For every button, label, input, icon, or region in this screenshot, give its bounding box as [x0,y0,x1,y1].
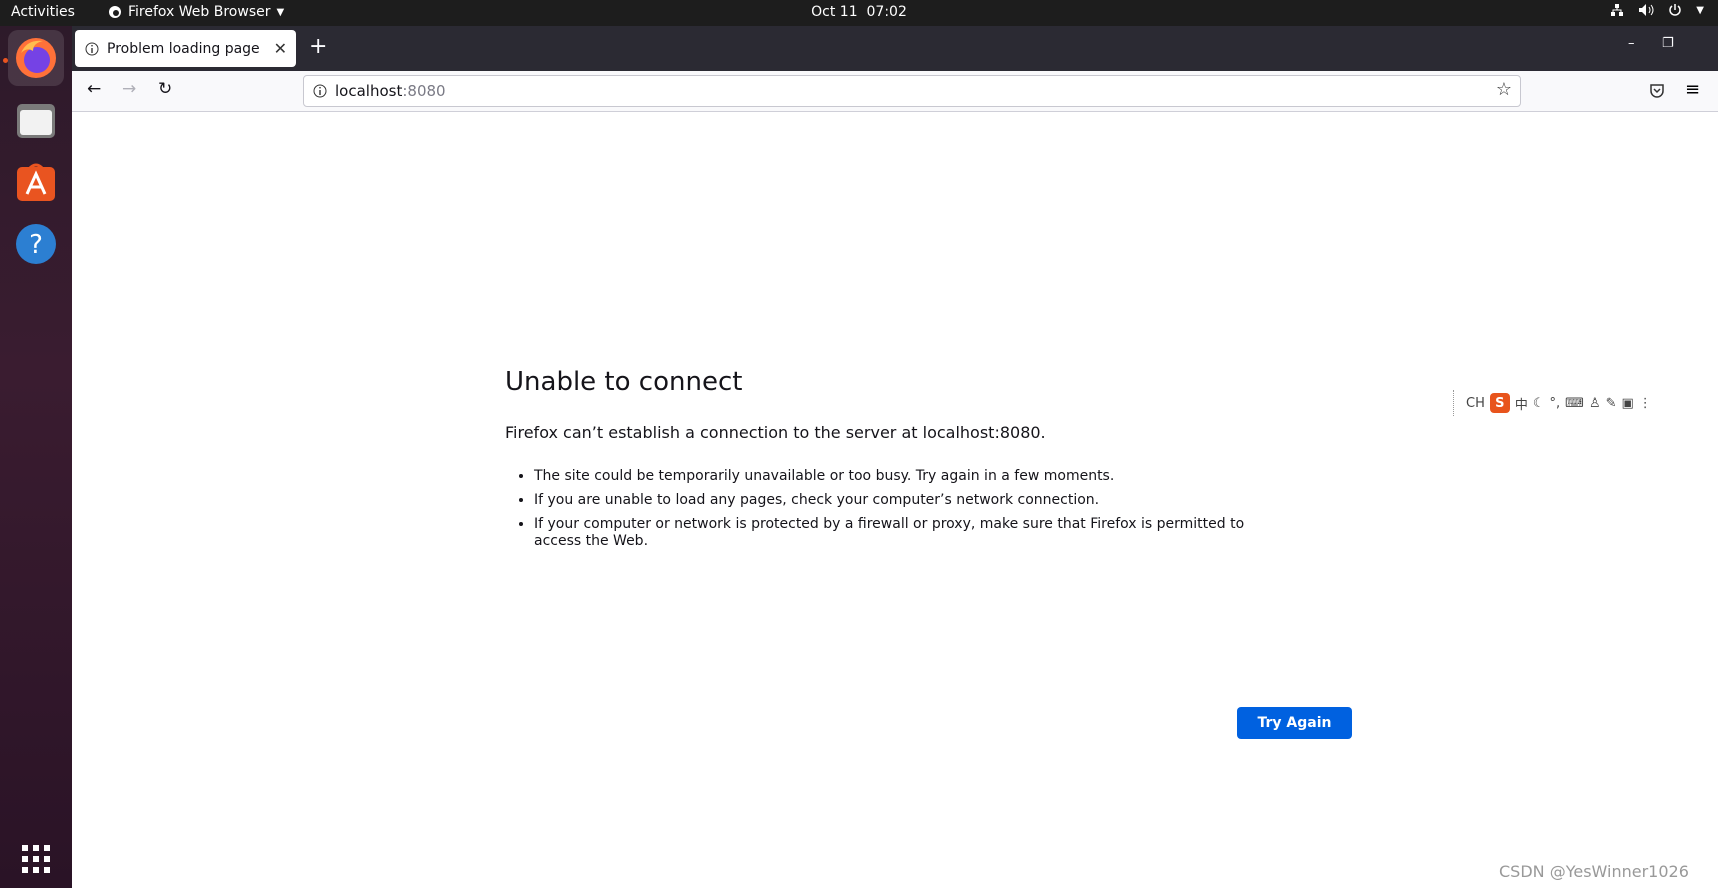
url-port: :8080 [402,82,446,100]
error-suggestions: The site could be temporarily unavailabl… [505,468,1285,550]
skin-icon[interactable]: ▣ [1622,396,1634,411]
dock: ? [0,26,73,888]
user-icon[interactable]: ♙ [1589,396,1601,411]
dock-help[interactable]: ? [8,216,64,272]
system-top-bar: Activities Firefox Web Browser ▼ Oct 11 … [0,0,1718,26]
url-bar[interactable]: localhost:8080 ☆ [303,75,1521,107]
app-menu-label: Firefox Web Browser [128,4,271,20]
error-title: Unable to connect [505,367,743,397]
clock-button[interactable]: Oct 11 07:02 [811,4,907,20]
ime-toolbar: CH S 中 ☾ °, ⌨ ♙ ✎ ▣ ⋮ [1453,390,1718,416]
network-icon[interactable] [1610,3,1624,17]
svg-text:?: ? [29,230,43,260]
keyboard-icon[interactable]: ⌨ [1565,396,1584,411]
dock-firefox[interactable] [8,30,64,86]
punctuation-icon[interactable]: °, [1550,396,1561,411]
app-grid-icon [22,845,50,873]
url-text: localhost:8080 [335,82,446,100]
tab-bar: Problem loading page ✕ + – ❐ ✕ [72,26,1718,71]
wrench-icon[interactable]: ✎ [1606,396,1617,411]
activities-button[interactable]: Activities [11,4,75,20]
restore-button[interactable]: ❐ [1662,36,1674,51]
firefox-small-icon [109,6,121,18]
ime-brand-icon[interactable]: S [1489,393,1510,413]
system-tray[interactable]: ▼ [1610,3,1704,17]
back-button[interactable]: ← [87,79,101,99]
ime-mode[interactable]: CH [1466,396,1485,411]
error-container: Unable to connect Firefox can’t establis… [505,367,1285,557]
list-item: If you are unable to load any pages, che… [534,492,1285,509]
tab-title: Problem loading page [107,40,260,57]
files-icon [17,104,55,138]
chevron-down-icon: ▼ [276,6,285,18]
new-tab-button[interactable]: + [309,34,327,59]
tray-chevron-down-icon[interactable]: ▼ [1696,5,1704,16]
dock-app-grid[interactable] [8,831,64,887]
ime-more-icon[interactable]: ⋮ [1639,396,1652,411]
firefox-icon [16,38,56,78]
bookmark-star-icon[interactable]: ☆ [1496,79,1512,100]
page-content: Unable to connect Firefox can’t establis… [72,112,1718,888]
power-icon[interactable] [1668,3,1682,17]
software-center-icon [17,163,55,201]
reload-button[interactable]: ↻ [158,79,172,99]
app-menu[interactable]: Firefox Web Browser ▼ [108,4,284,20]
forward-button[interactable]: → [122,79,136,99]
site-info-icon[interactable] [313,84,327,98]
dock-software[interactable] [8,154,64,210]
help-icon: ? [16,224,56,264]
clock-time: 07:02 [866,4,907,20]
list-item: If your computer or network is protected… [534,516,1285,550]
pocket-icon[interactable] [1649,83,1665,99]
ime-lang[interactable]: 中 [1515,394,1528,413]
clock-date: Oct 11 [811,4,858,20]
error-subtitle: Firefox can’t establish a connection to … [505,423,1046,442]
minimize-button[interactable]: – [1628,36,1635,51]
menu-hamburger-icon[interactable]: ≡ [1685,79,1700,100]
tab-problem-loading[interactable]: Problem loading page ✕ [75,30,296,67]
try-again-button[interactable]: Try Again [1237,707,1352,739]
moon-icon[interactable]: ☾ [1533,396,1545,411]
dock-files[interactable] [8,93,64,149]
watermark: CSDN @YesWinner1026 [1499,862,1689,881]
url-host: localhost [335,82,403,100]
tab-close-icon[interactable]: ✕ [274,39,287,58]
list-item: The site could be temporarily unavailabl… [534,468,1285,485]
volume-icon[interactable] [1638,3,1654,17]
info-icon [85,42,99,55]
navigation-toolbar: ← → ↻ localhost:8080 ☆ ≡ [72,71,1718,112]
